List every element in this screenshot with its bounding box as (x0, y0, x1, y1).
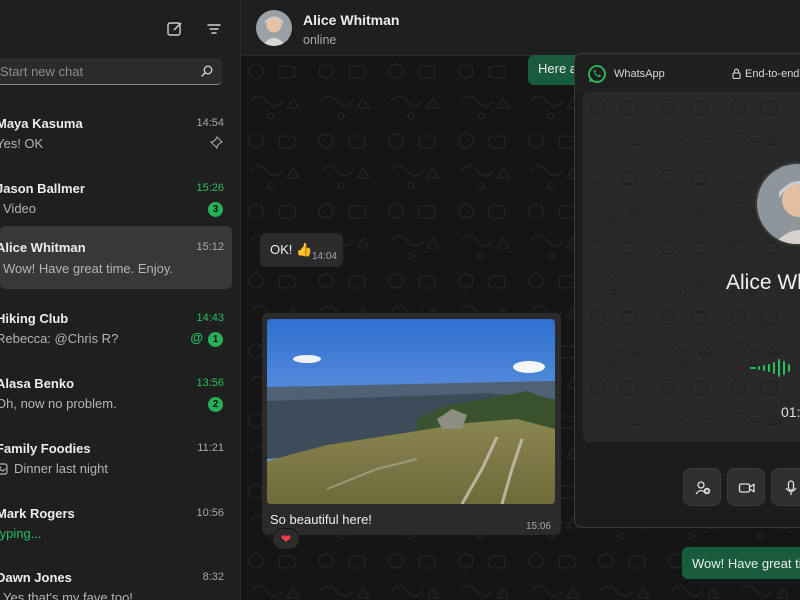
add-participant-button[interactable] (683, 468, 721, 506)
chat-time: 14:54 (196, 117, 224, 129)
call-duration: 01: (781, 404, 800, 420)
call-panel: Alice Wh 01: (583, 92, 800, 442)
message-text: OK! 👍 (270, 242, 313, 257)
pin-icon (210, 136, 223, 149)
chat-time: 10:56 (196, 507, 224, 519)
call-app-name: WhatsApp (614, 68, 665, 80)
search-placeholder: Start new chat (0, 64, 84, 79)
video-camera-icon (738, 483, 755, 493)
image-icon (0, 463, 8, 475)
contact-status: online (303, 33, 337, 47)
conversation-header[interactable]: Alice Whitman online (241, 0, 800, 56)
unread-badge: 2 (208, 397, 223, 412)
incoming-photo-message[interactable]: So beautiful here! 15:06 (262, 313, 561, 535)
call-contact-name: Alice Wh (726, 271, 800, 294)
chat-preview: Oh, now no problem. (0, 396, 117, 411)
chat-time: 14:43 (196, 312, 224, 324)
audio-waveform-icon (750, 359, 790, 377)
filter-icon[interactable] (205, 20, 223, 38)
chat-list-sidebar: Start new chat Maya Kasuma 14:54 Yes! OK… (0, 0, 241, 600)
photo-caption: So beautiful here! (270, 512, 372, 527)
chat-item-mark-rogers[interactable]: Mark Rogers 10:56 typing... (0, 495, 232, 558)
chat-preview: Dinner last night (0, 461, 108, 476)
chat-preview: typing... (0, 526, 42, 541)
outgoing-message[interactable]: Wow! Have great tim (682, 547, 800, 579)
search-input[interactable]: Start new chat (0, 58, 222, 85)
chat-item-alice-whitman[interactable]: Alice Whitman 15:12 Wow! Have great time… (0, 226, 232, 289)
chat-time: 15:26 (196, 182, 224, 194)
chat-name: Mark Rogers (0, 506, 75, 521)
voice-call-window: WhatsApp End-to-end Alice Wh (574, 53, 800, 528)
chat-time: 15:12 (196, 241, 224, 253)
microphone-icon (785, 480, 797, 495)
heart-reaction[interactable]: ❤ (272, 528, 300, 550)
add-person-icon (695, 481, 711, 495)
chat-name: Hiking Club (0, 311, 69, 326)
chat-time: 8:32 (202, 571, 224, 583)
unread-badge: 3 (208, 202, 223, 217)
message-time: 15:06 (525, 521, 551, 532)
mute-button[interactable] (771, 468, 800, 506)
chat-item-jason-ballmer[interactable]: Jason Ballmer 15:26 Video 3 (0, 170, 232, 233)
unread-badge: 1 (208, 332, 223, 347)
whatsapp-logo-icon (588, 65, 606, 83)
lock-icon (732, 68, 741, 79)
chat-item-maya-kasuma[interactable]: Maya Kasuma 14:54 Yes! OK (0, 105, 232, 168)
new-chat-icon[interactable] (166, 20, 184, 38)
chat-preview: Yes! OK (0, 136, 44, 151)
chat-time: 11:21 (197, 442, 224, 454)
chat-name: Jason Ballmer (0, 181, 85, 196)
chat-item-hiking-club[interactable]: Hiking Club 14:43 Rebecca: @Chris R? @ 1 (0, 300, 232, 363)
chat-item-dawn-jones[interactable]: Dawn Jones 8:32 Yes that's my fave too! (0, 559, 232, 600)
avatar[interactable] (256, 10, 292, 46)
chat-preview: Yes that's my fave too! (3, 590, 133, 600)
chat-name: Alasa Benko (0, 376, 75, 391)
video-toggle-button[interactable] (727, 468, 765, 506)
chat-preview: Wow! Have great time. Enjoy. (3, 261, 174, 276)
chat-name: Family Foodies (0, 441, 91, 456)
call-wallpaper (583, 92, 800, 442)
chat-name: Maya Kasuma (0, 116, 83, 131)
encryption-label: End-to-end (732, 68, 799, 80)
incoming-message[interactable]: OK! 👍 14:04 (260, 233, 343, 267)
chat-item-family-foodies[interactable]: Family Foodies 11:21 Dinner last night (0, 430, 232, 493)
chat-item-alasa-benko[interactable]: Alasa Benko 13:56 Oh, now no problem. 2 (0, 365, 232, 428)
search-icon[interactable] (200, 64, 214, 78)
chat-name: Alice Whitman (0, 240, 86, 255)
chat-preview: Rebecca: @Chris R? (0, 331, 119, 346)
mention-icon: @ (190, 330, 203, 345)
chat-name: Dawn Jones (0, 570, 72, 585)
chat-time: 13:56 (196, 377, 224, 389)
message-time: 14:04 (311, 251, 337, 262)
chat-preview: Video (3, 201, 37, 216)
photo-landscape[interactable] (267, 319, 555, 504)
contact-name: Alice Whitman (303, 12, 400, 28)
call-titlebar[interactable]: WhatsApp End-to-end (575, 54, 800, 92)
